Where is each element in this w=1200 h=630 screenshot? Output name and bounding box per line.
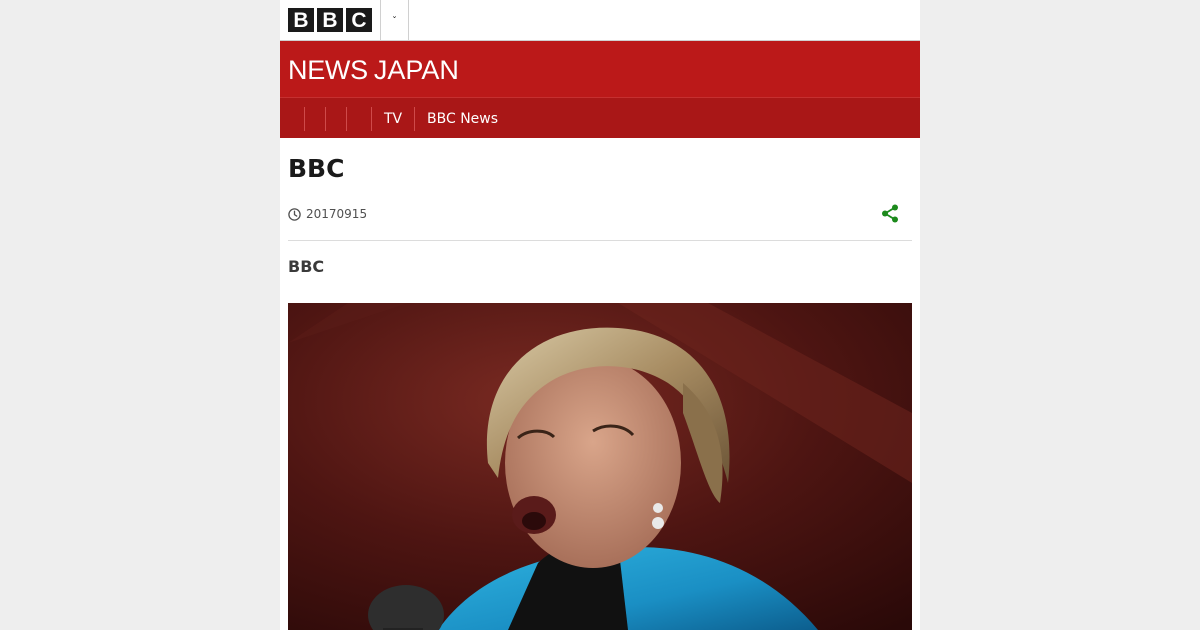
article-date-text: 20170915 [306,207,368,221]
lead-photo[interactable] [288,303,912,630]
nav-item[interactable] [346,107,347,131]
bbc-top-bar: B B C ˇ [280,0,920,41]
divider [288,240,912,241]
bbc-logo-letter: B [288,8,314,32]
bbc-logo[interactable]: B B C [288,8,372,32]
bbc-logo-letter: C [346,8,372,32]
chevron-down-icon: ˇ [392,15,397,27]
nav-item-tv[interactable]: TV [371,107,402,131]
nav-item[interactable] [325,107,326,131]
brand-japan-text: JAPAN [373,55,459,85]
news-japan-brand[interactable]: NEWS JAPAN [288,55,459,85]
page: B B C ˇ NEWS JAPAN TV BBC News BBC 201709… [280,0,920,630]
article-intro: BBC [288,257,325,276]
clock-icon [288,207,301,221]
bbc-logo-letter: B [317,8,343,32]
brand-news-text: NEWS [288,55,368,85]
nav-item[interactable] [304,107,305,131]
share-icon[interactable] [880,203,901,224]
lead-photo-image [288,303,912,630]
section-nav: TV BBC News [280,97,920,138]
nav-item-bbc-news[interactable]: BBC News [414,107,498,131]
article-headline: BBC [288,154,345,183]
masthead: NEWS JAPAN [280,41,920,97]
menu-toggle-button[interactable]: ˇ [380,0,409,40]
article-date: 20170915 [288,206,367,222]
